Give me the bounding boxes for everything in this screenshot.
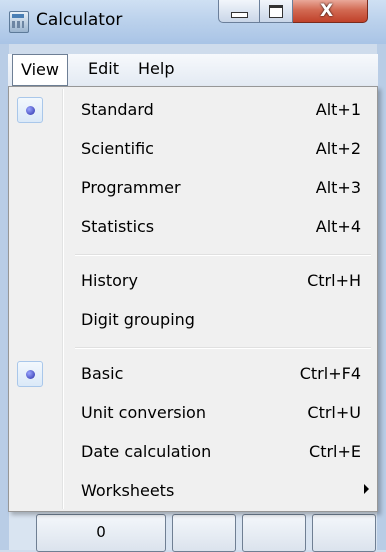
menu-item-digit-grouping[interactable]: Digit grouping [11,301,375,339]
calc-key[interactable] [242,514,306,552]
menu-item-label: Basic [81,364,124,383]
menu-item-programmer[interactable]: Programmer Alt+3 [11,169,375,207]
calculator-app-icon [9,11,29,33]
menu-item-scientific[interactable]: Scientific Alt+2 [11,130,375,168]
menu-item-history[interactable]: History Ctrl+H [11,262,375,300]
menu-item-label: Standard [81,100,154,119]
title-bar: Calculator X [0,0,386,44]
menu-item-shortcut: Ctrl+H [307,271,361,290]
menu-item-shortcut: Alt+3 [315,178,361,197]
menu-item-label: Programmer [81,178,181,197]
menu-item-label: Worksheets [81,481,175,500]
menu-item-label: Scientific [81,139,154,158]
menu-item-shortcut: Alt+4 [315,217,361,236]
menu-item-shortcut: Ctrl+E [309,442,361,461]
menu-item-shortcut: Alt+1 [315,100,361,119]
menu-help[interactable]: Help [138,54,174,84]
window-frame-right [377,44,386,550]
menu-item-unit-conversion[interactable]: Unit conversion Ctrl+U [11,394,375,432]
calc-key[interactable] [172,514,236,552]
calc-key-0[interactable]: 0 [36,514,166,552]
calc-key[interactable] [312,514,376,552]
window-controls: X [218,0,368,24]
close-icon: X [320,1,334,21]
menu-view[interactable]: View [12,54,68,86]
menu-item-label: Statistics [81,217,155,236]
radio-checked-icon [17,97,43,123]
menu-item-standard[interactable]: Standard Alt+1 [11,91,375,129]
minimize-icon [231,12,248,18]
view-menu-dropdown: Standard Alt+1 Scientific Alt+2 Programm… [8,86,378,512]
minimize-button[interactable] [218,0,260,23]
menu-item-statistics[interactable]: Statistics Alt+4 [11,208,375,246]
menu-item-shortcut: Ctrl+F4 [299,364,361,383]
submenu-arrow-icon [364,484,369,494]
menu-item-label: History [81,271,138,290]
menu-edit[interactable]: Edit [88,54,119,84]
menu-item-label: Digit grouping [81,310,195,329]
menu-item-worksheets[interactable]: Worksheets [11,472,375,510]
menu-separator [75,254,371,256]
close-button[interactable]: X [293,0,368,23]
menu-item-label: Unit conversion [81,403,206,422]
window-title: Calculator [36,10,123,30]
radio-checked-icon [17,361,43,387]
menu-item-shortcut: Ctrl+U [307,403,361,422]
menu-item-label: Date calculation [81,442,212,461]
menu-bar: View Edit Help [8,54,378,87]
menu-separator [75,347,371,349]
menu-item-shortcut: Alt+2 [315,139,361,158]
maximize-button[interactable] [260,0,293,23]
calculator-key-row: 0 [36,514,376,552]
menu-item-date-calculation[interactable]: Date calculation Ctrl+E [11,433,375,471]
maximize-icon [269,5,283,18]
menu-item-basic[interactable]: Basic Ctrl+F4 [11,355,375,393]
